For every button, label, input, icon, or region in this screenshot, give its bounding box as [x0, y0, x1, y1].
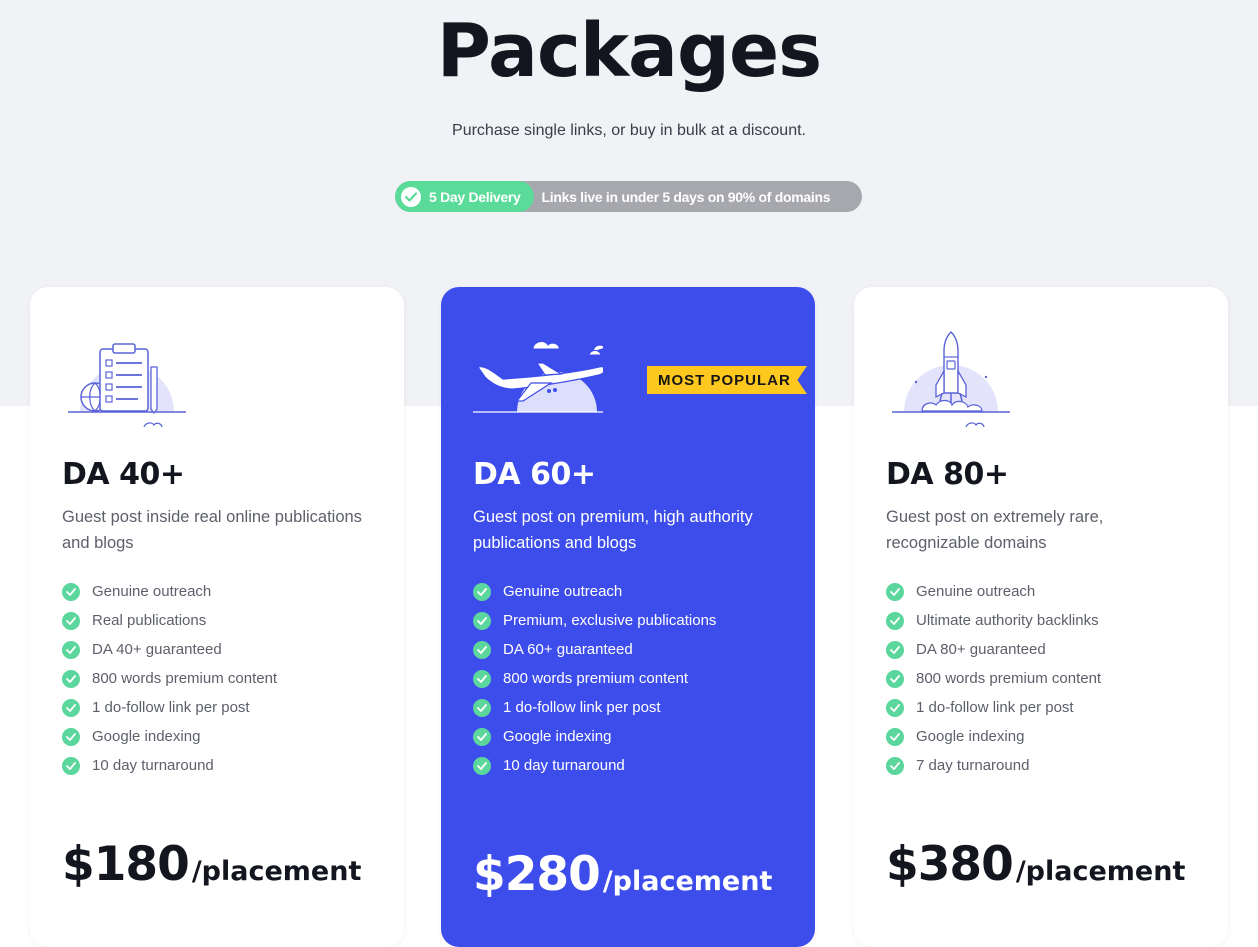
feature-label: DA 40+ guaranteed: [92, 641, 222, 658]
feature-item: 1 do-follow link per post: [886, 693, 1101, 722]
feature-label: Genuine outreach: [503, 583, 623, 600]
feature-label: Genuine outreach: [92, 583, 212, 600]
airplane-icon: [473, 341, 603, 413]
package-title: DA 40+: [62, 457, 185, 492]
feature-item: 10 day turnaround: [62, 751, 277, 780]
check-circle-icon: [473, 756, 491, 775]
check-circle-icon: [886, 611, 904, 630]
check-circle-icon: [62, 611, 80, 630]
feature-label: Google indexing: [503, 728, 612, 745]
check-circle-icon: [886, 582, 904, 601]
package-title: DA 60+: [473, 457, 596, 492]
check-circle-icon: [401, 186, 421, 207]
delivery-text: Links live in under 5 days on 90% of dom…: [541, 188, 831, 205]
page-subtitle: Purchase single links, or buy in bulk at…: [452, 122, 806, 139]
feature-item: DA 80+ guaranteed: [886, 635, 1101, 664]
feature-label: 7 day turnaround: [916, 757, 1030, 774]
package-card-da40[interactable]: DA 40+ Guest post inside real online pub…: [30, 287, 404, 947]
feature-list: Genuine outreach Premium, exclusive publ…: [473, 577, 716, 780]
check-circle-icon: [473, 582, 491, 601]
check-circle-icon: [62, 669, 80, 688]
delivery-banner: 5 Day Delivery Links live in under 5 day…: [395, 181, 862, 212]
feature-item: 800 words premium content: [886, 664, 1101, 693]
page-title: Packages: [436, 8, 822, 94]
check-circle-icon: [886, 669, 904, 688]
package-price: $280 /placement: [473, 847, 772, 902]
feature-list: Genuine outreach Ultimate authority back…: [886, 577, 1101, 780]
check-circle-icon: [473, 611, 491, 630]
check-circle-icon: [886, 727, 904, 746]
feature-item: 7 day turnaround: [886, 751, 1101, 780]
check-circle-icon: [886, 698, 904, 717]
feature-item: Premium, exclusive publications: [473, 606, 716, 635]
feature-item: Google indexing: [473, 722, 716, 751]
feature-item: DA 60+ guaranteed: [473, 635, 716, 664]
price-amount: $380: [886, 837, 1014, 892]
price-unit: /placement: [602, 866, 773, 897]
clipboard-checklist-icon: [68, 343, 186, 428]
most-popular-badge: MOST POPULAR: [647, 366, 807, 394]
package-description: Guest post on extremely rare, recognizab…: [886, 508, 1104, 552]
feature-item: 800 words premium content: [473, 664, 716, 693]
feature-item: 1 do-follow link per post: [473, 693, 716, 722]
check-circle-icon: [886, 756, 904, 775]
feature-item: Google indexing: [886, 722, 1101, 751]
feature-label: 800 words premium content: [92, 670, 278, 687]
feature-label: 1 do-follow link per post: [92, 699, 250, 716]
check-circle-icon: [62, 756, 80, 775]
check-circle-icon: [886, 640, 904, 659]
package-card-da80[interactable]: DA 80+ Guest post on extremely rare, rec…: [854, 287, 1228, 947]
feature-label: 10 day turnaround: [503, 757, 625, 774]
feature-item: DA 40+ guaranteed: [62, 635, 277, 664]
check-circle-icon: [473, 669, 491, 688]
delivery-badge-label: 5 Day Delivery: [429, 188, 521, 205]
package-description: Guest post inside real online publicatio…: [62, 508, 362, 552]
package-description: Guest post on premium, high authority pu…: [473, 508, 753, 552]
feature-label: Premium, exclusive publications: [503, 612, 717, 629]
feature-label: Ultimate authority backlinks: [916, 612, 1099, 629]
feature-item: Real publications: [62, 606, 277, 635]
feature-label: 1 do-follow link per post: [503, 699, 661, 716]
price-amount: $280: [473, 847, 601, 902]
feature-item: Genuine outreach: [886, 577, 1101, 606]
price-amount: $180: [62, 837, 190, 892]
feature-label: 800 words premium content: [503, 670, 689, 687]
feature-item: Google indexing: [62, 722, 277, 751]
feature-label: 10 day turnaround: [92, 757, 214, 774]
feature-label: 1 do-follow link per post: [916, 699, 1074, 716]
delivery-badge: 5 Day Delivery: [395, 181, 534, 212]
rocket-launch-icon: [892, 331, 1010, 428]
feature-label: DA 80+ guaranteed: [916, 641, 1046, 658]
feature-item: Genuine outreach: [62, 577, 277, 606]
check-circle-icon: [473, 698, 491, 717]
check-circle-icon: [473, 727, 491, 746]
feature-label: Genuine outreach: [916, 583, 1036, 600]
feature-label: Real publications: [92, 612, 207, 629]
check-circle-icon: [62, 727, 80, 746]
feature-item: 1 do-follow link per post: [62, 693, 277, 722]
feature-label: Google indexing: [916, 728, 1025, 745]
package-card-da60[interactable]: MOST POPULAR DA 60+ Guest post on premiu…: [441, 287, 815, 947]
check-circle-icon: [473, 640, 491, 659]
check-circle-icon: [62, 698, 80, 717]
feature-item: 10 day turnaround: [473, 751, 716, 780]
feature-list: Genuine outreach Real publications DA 40…: [62, 577, 277, 780]
feature-item: Genuine outreach: [473, 577, 716, 606]
price-unit: /placement: [1015, 856, 1186, 887]
feature-label: DA 60+ guaranteed: [503, 641, 633, 658]
price-unit: /placement: [191, 856, 362, 887]
package-price: $380 /placement: [886, 837, 1185, 892]
feature-item: 800 words premium content: [62, 664, 277, 693]
feature-label: Google indexing: [92, 728, 201, 745]
package-title: DA 80+: [886, 457, 1009, 492]
package-price: $180 /placement: [62, 837, 361, 892]
check-circle-icon: [62, 582, 80, 601]
feature-item: Ultimate authority backlinks: [886, 606, 1101, 635]
feature-label: 800 words premium content: [916, 670, 1102, 687]
check-circle-icon: [62, 640, 80, 659]
